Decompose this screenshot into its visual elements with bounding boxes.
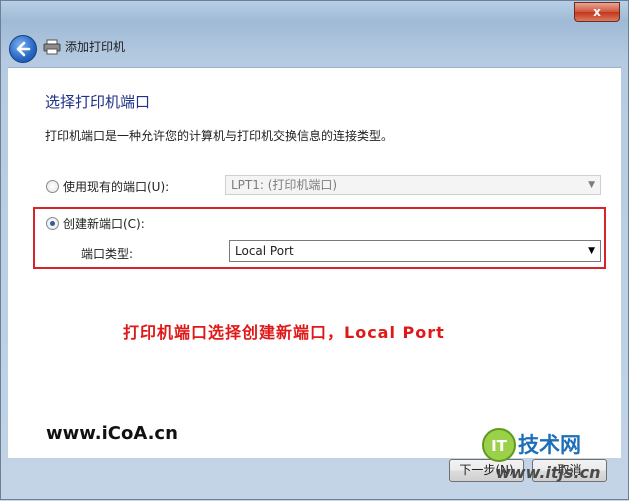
existing-port-select[interactable]: LPT1: (打印机端口) ▼ <box>225 175 601 195</box>
wizard-window: x 添加打印机 选择打印机端口 打印机端口是一种允许您的计算机与打印机交换信息的… <box>0 0 629 500</box>
page-heading: 选择打印机端口 <box>45 93 151 111</box>
back-arrow-icon <box>16 41 31 57</box>
port-type-select[interactable]: Local Port ▼ <box>229 240 601 262</box>
watermark-text: www.iCoA.cn <box>46 423 178 444</box>
title-bar: x <box>1 1 628 29</box>
existing-port-label: 使用现有的端口(U): <box>63 180 170 194</box>
new-port-radio[interactable] <box>46 217 59 230</box>
port-type-value: Local Port <box>235 244 294 258</box>
page-description: 打印机端口是一种允许您的计算机与打印机交换信息的连接类型。 <box>45 129 394 143</box>
existing-port-value: LPT1: (打印机端口) <box>231 178 338 192</box>
logo-text: 技术网 <box>518 433 581 457</box>
existing-port-radio[interactable] <box>46 180 59 193</box>
wizard-content: 选择打印机端口 打印机端口是一种允许您的计算机与打印机交换信息的连接类型。 使用… <box>8 67 621 458</box>
port-type-label: 端口类型: <box>81 247 134 261</box>
chevron-down-icon: ▼ <box>588 180 595 190</box>
back-button[interactable] <box>9 35 37 63</box>
new-port-label: 创建新端口(C): <box>63 217 145 231</box>
annotation-text: 打印机端口选择创建新端口，Local Port <box>123 323 445 342</box>
chevron-down-icon: ▼ <box>588 246 595 256</box>
printer-icon <box>43 39 61 55</box>
logo-url: www.itjs.cn <box>496 463 601 482</box>
wizard-title: 添加打印机 <box>65 40 126 54</box>
close-button[interactable]: x <box>574 2 620 22</box>
logo-badge-icon: IT <box>482 428 516 462</box>
logo-badge-text: IT <box>491 437 508 455</box>
